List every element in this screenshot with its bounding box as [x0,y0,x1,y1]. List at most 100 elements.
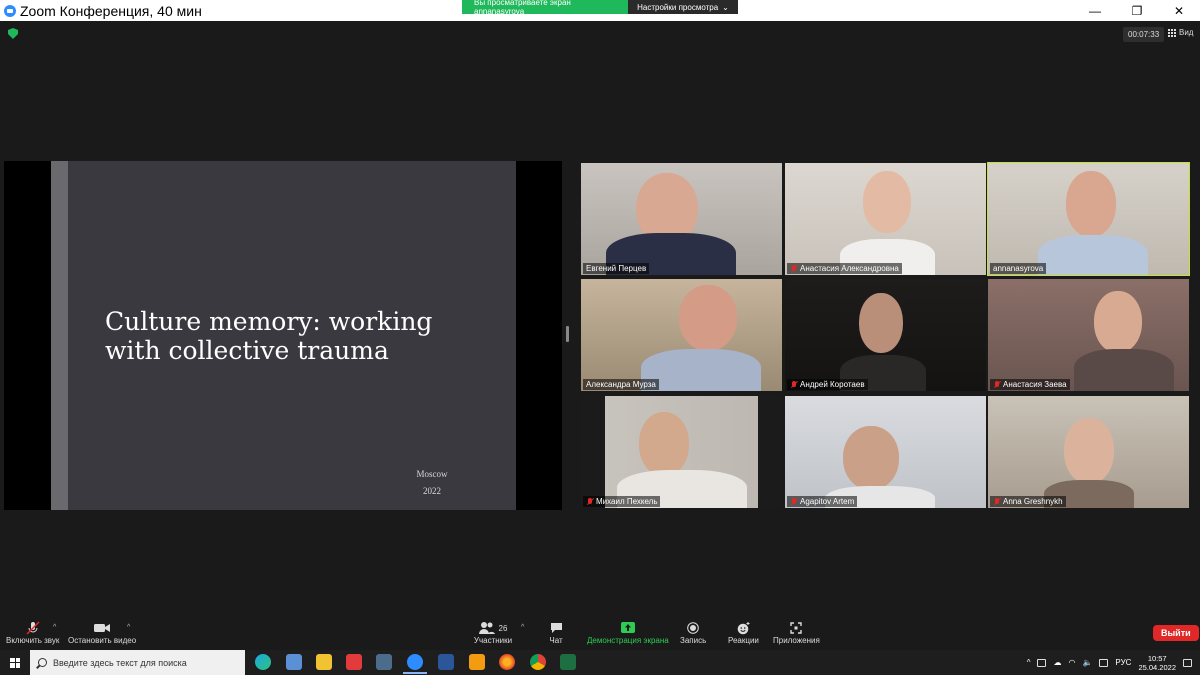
split-view-handle[interactable] [566,326,569,342]
video-tile[interactable]: Андрей Коротаев [785,279,986,391]
windows-taskbar: Введите здесь текст для поиска [0,650,1200,675]
slide-accent-bar [51,161,68,510]
smiley-plus-icon [733,620,753,636]
participants-label: Участники [473,636,513,645]
record-icon [683,620,703,636]
file-explorer-icon[interactable] [316,654,332,670]
firefox-icon[interactable] [499,654,515,670]
participant-nameplate: Александра Мурза [583,379,659,390]
zoom-logo-icon [4,4,16,17]
participant-name: Евгений Перцев [586,264,647,273]
video-tile[interactable]: Anna Greshnykh [988,396,1189,508]
participants-options-caret-icon[interactable]: ^ [521,624,524,631]
notifications-icon[interactable] [1183,658,1192,667]
unmute-button[interactable]: Включить звук [6,620,59,645]
record-label: Запись [680,636,707,645]
edge-icon[interactable] [255,654,271,670]
presentation-slide: Culture memory: working with collective … [51,161,516,510]
leave-button[interactable]: Выйти [1153,625,1199,641]
app-icon[interactable] [286,654,302,670]
view-button[interactable]: Вид [1168,28,1193,37]
cloud-icon[interactable]: ☁ [1053,658,1061,667]
language-indicator[interactable]: РУС [1115,658,1131,667]
participant-nameplate: Михаил Пехкель [583,496,661,507]
app-icon[interactable] [346,654,362,670]
participant-name: annanasyrova [993,264,1044,273]
app-tray-icon[interactable] [1099,658,1109,667]
clock-time: 10:57 [1147,653,1167,663]
excel-icon[interactable] [560,654,576,670]
share-screen-button[interactable]: Демонстрация экрана [587,620,669,645]
encryption-shield-icon[interactable] [8,28,18,39]
participant-nameplate: Евгений Перцев [583,263,650,274]
participants-count: 26 [498,623,508,633]
unmute-label: Включить звук [6,636,60,645]
wifi-icon[interactable]: ◠ [1068,658,1075,667]
title-bar: Zoom Конференция, 40 мин Вы просматривае… [0,0,1200,21]
muted-mic-icon [790,264,798,273]
word-icon[interactable] [438,654,454,670]
slide-year: 2022 [423,486,441,496]
video-tile[interactable]: Михаил Пехкель [581,396,782,508]
muted-mic-icon [790,497,798,506]
video-camera-icon [92,620,112,636]
video-options-caret-icon[interactable]: ^ [127,624,130,631]
apps-label: Приложения [773,636,820,645]
viewing-screen-label: Вы просматриваете экран annanasyrova [462,0,628,16]
calculator-icon[interactable] [376,654,392,670]
muted-mic-icon [993,380,1001,389]
participants-button[interactable]: 26 Участники [473,620,513,645]
audio-options-caret-icon[interactable]: ^ [53,624,56,631]
view-settings-button[interactable]: Настройки просмотра ⌄ [628,0,738,14]
chat-button[interactable]: Чат [546,620,566,645]
video-tile-active-speaker[interactable]: annanasyrova [987,162,1190,276]
start-button[interactable] [0,650,30,675]
grid-view-icon [1168,28,1176,37]
restore-button[interactable]: ❐ [1116,0,1158,21]
zoom-icon[interactable] [403,654,427,674]
muted-mic-icon [586,497,594,506]
video-button[interactable]: Остановить видео [68,620,136,645]
video-tile[interactable]: Александра Мурза [581,279,782,391]
record-button[interactable]: Запись [680,620,706,645]
video-tile[interactable]: Анастасия Заева [988,279,1189,391]
participant-name: Anna Greshnykh [1003,497,1063,506]
participant-name: Михаил Пехкель [596,497,658,506]
reactions-button[interactable]: Реакции [728,620,759,645]
chat-label: Чат [549,636,563,645]
minimize-button[interactable]: — [1074,0,1116,21]
app-icon[interactable] [469,654,485,670]
taskbar-search[interactable]: Введите здесь текст для поиска [30,650,245,675]
chrome-icon[interactable] [530,654,546,670]
volume-icon[interactable]: 🔈 [1082,658,1092,667]
slide-title-line: Culture memory: working [105,307,433,336]
apps-icon [786,620,806,636]
participant-nameplate: Agapitov Artem [787,496,858,507]
video-tile[interactable]: Евгений Перцев [581,163,782,275]
chat-bubble-icon [546,620,566,636]
participant-name: Анастасия Заева [1003,380,1067,389]
clock-date: 25.04.2022 [1138,662,1176,672]
meeting-timer: 00:07:33 [1123,27,1165,42]
video-tile[interactable]: Анастасия Александровна [785,163,986,275]
reactions-label: Реакции [728,636,759,645]
chevron-up-icon[interactable]: ^ [1027,658,1031,667]
clock[interactable]: 10:57 25.04.2022 [1138,654,1176,672]
apps-button[interactable]: Приложения [773,620,820,645]
close-button[interactable]: ✕ [1158,0,1200,21]
shared-screen: Culture memory: working with collective … [4,161,562,510]
participant-nameplate: Анастасия Заева [990,379,1070,390]
participant-nameplate: annanasyrova [990,263,1047,274]
view-settings-label: Настройки просмотра [637,2,719,12]
window-title: Zoom Конференция, 40 мин [20,2,202,19]
share-screen-icon [618,620,638,636]
taskbar-search-placeholder: Введите здесь текст для поиска [53,657,187,668]
muted-mic-icon [993,497,1001,506]
video-tile[interactable]: Agapitov Artem [785,396,986,508]
share-screen-label: Демонстрация экрана [587,636,669,645]
battery-icon[interactable] [1037,658,1047,667]
participant-nameplate: Anna Greshnykh [990,496,1066,507]
participants-icon: 26 [473,620,513,636]
meeting-toolbar: Включить звук ^ Остановить видео ^ 26 Уч… [0,614,1200,650]
slide-title-line: with collective trauma [105,336,389,365]
